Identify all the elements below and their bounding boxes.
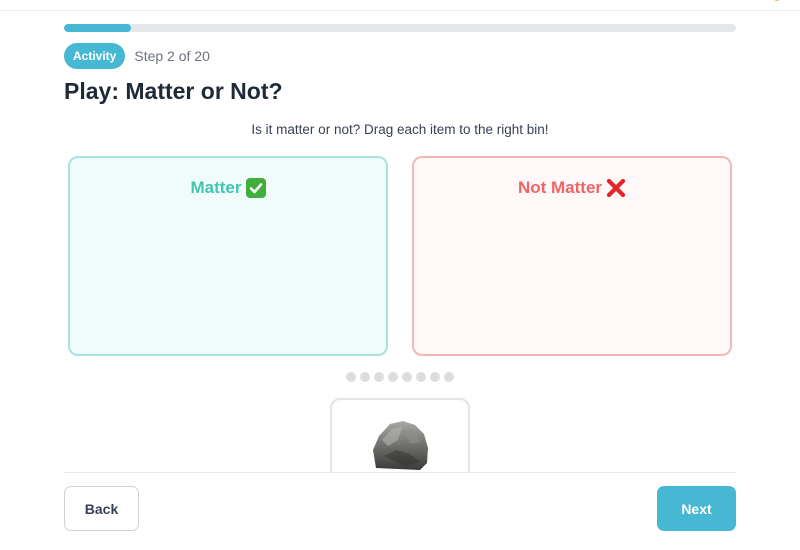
cross-mark-icon [606,178,626,198]
item-dot [402,372,412,382]
item-dot [388,372,398,382]
next-button[interactable]: Next [657,486,736,531]
item-dot [360,372,370,382]
item-progress-dots [346,372,454,382]
not-matter-drop-zone[interactable]: Not Matter [412,156,732,356]
not-matter-bin-title: Not Matter [414,178,730,198]
back-button[interactable]: Back [64,486,139,531]
page-title: Play: Matter or Not? [64,78,283,104]
activity-meta: Activity Step 2 of 20 [64,43,210,69]
item-dot [416,372,426,382]
step-counter: Step 2 of 20 [134,48,210,64]
progress-bar [64,24,736,32]
top-bar [0,0,800,11]
not-matter-bin-label: Not Matter [517,178,603,197]
matter-bin-label: Matter [190,178,242,197]
item-dot [430,372,440,382]
progress-bar-fill [64,24,132,32]
check-mark-icon [245,178,266,198]
footer-divider [64,472,736,473]
topbar-accent [774,0,780,1]
item-dot [444,372,454,382]
item-dot [346,372,356,382]
footer: Back Next [0,472,800,550]
activity-badge: Activity [64,43,126,69]
item-dot [374,372,384,382]
matter-drop-zone[interactable]: Matter [68,156,388,356]
matter-bin-title: Matter [70,178,386,198]
instruction-text: Is it matter or not? Drag each item to t… [251,122,549,137]
rock-icon [373,421,428,470]
